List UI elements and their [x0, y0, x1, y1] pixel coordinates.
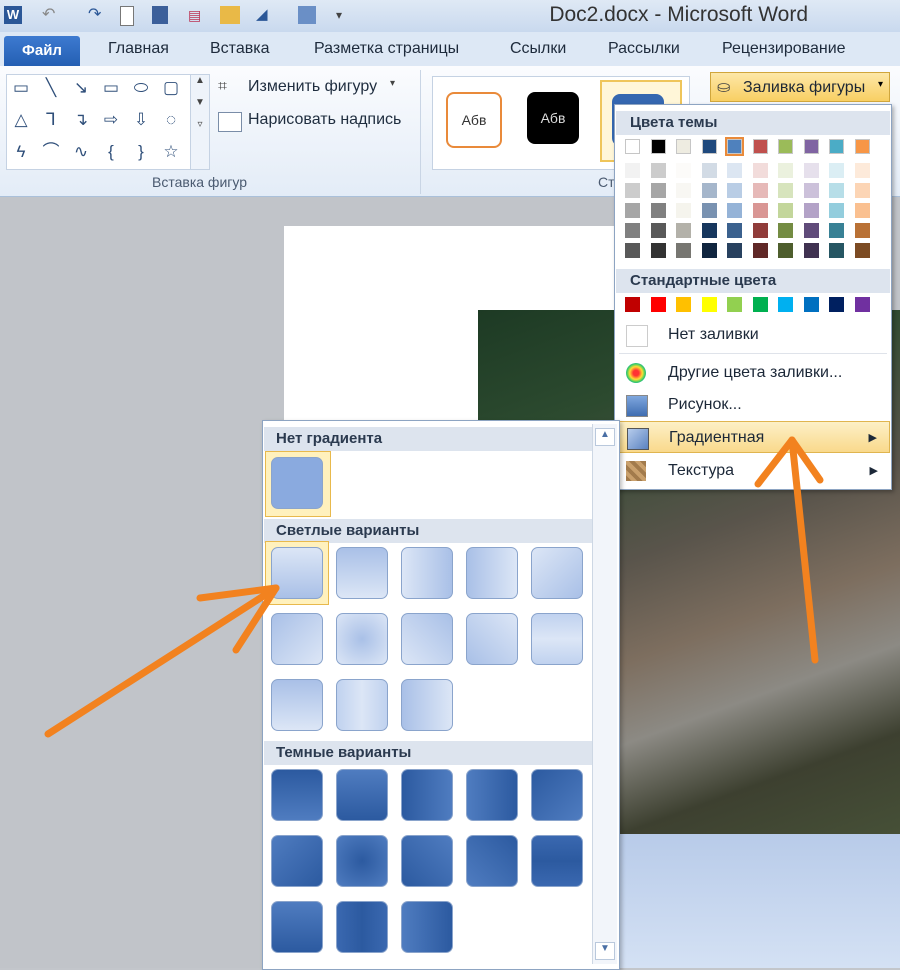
annotation-arrows — [44, 436, 824, 738]
annotation-arrow-left — [44, 584, 280, 738]
annotation-arrowhead-right — [754, 436, 824, 488]
